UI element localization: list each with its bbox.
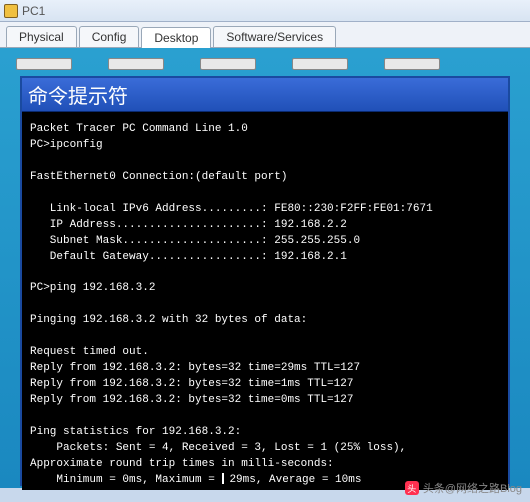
desktop-shortcut[interactable]: [16, 58, 72, 70]
terminal-line: FastEthernet0 Connection:(default port): [30, 171, 287, 183]
window-titlebar: PC1: [0, 0, 530, 22]
command-prompt-body[interactable]: Packet Tracer PC Command Line 1.0 PC>ipc…: [22, 112, 508, 490]
tab-config[interactable]: Config: [79, 26, 140, 47]
tab-desktop[interactable]: Desktop: [141, 27, 211, 48]
terminal-line: Reply from 192.168.3.2: bytes=32 time=29…: [30, 362, 360, 374]
watermark: 头 头条@网络之路Blog: [405, 480, 522, 496]
terminal-line: PC>ipconfig: [30, 139, 103, 151]
terminal-line: 29ms, Average = 10ms: [229, 474, 361, 486]
terminal-line: Subnet Mask.....................: 255.25…: [30, 235, 360, 247]
terminal-line: Ping statistics for 192.168.3.2:: [30, 426, 241, 438]
terminal-line: Approximate round trip times in milli-se…: [30, 458, 334, 470]
tab-software-services[interactable]: Software/Services: [213, 26, 336, 47]
text-cursor: [222, 473, 228, 484]
desktop-icon-row: [8, 58, 522, 76]
desktop-shortcut[interactable]: [384, 58, 440, 70]
watermark-logo-icon: 头: [405, 481, 419, 495]
terminal-line: Reply from 192.168.3.2: bytes=32 time=0m…: [30, 394, 353, 406]
command-prompt-window: 命令提示符 Packet Tracer PC Command Line 1.0 …: [20, 76, 510, 486]
desktop-shortcut[interactable]: [200, 58, 256, 70]
desktop-area: 命令提示符 Packet Tracer PC Command Line 1.0 …: [0, 48, 530, 488]
desktop-shortcut[interactable]: [292, 58, 348, 70]
terminal-line: Pinging 192.168.3.2 with 32 bytes of dat…: [30, 314, 307, 326]
watermark-label: 头条@网络之路Blog: [423, 480, 522, 496]
terminal-line: Link-local IPv6 Address.........: FE80::…: [30, 203, 433, 215]
terminal-line: Request timed out.: [30, 346, 149, 358]
desktop-shortcut[interactable]: [108, 58, 164, 70]
terminal-line: PC>ping 192.168.3.2: [30, 282, 155, 294]
window-title: PC1: [22, 4, 45, 18]
terminal-line: Packets: Sent = 4, Received = 3, Lost = …: [30, 442, 406, 454]
terminal-line: Packet Tracer PC Command Line 1.0: [30, 123, 248, 135]
tab-row: Physical Config Desktop Software/Service…: [0, 22, 530, 48]
terminal-line: Reply from 192.168.3.2: bytes=32 time=1m…: [30, 378, 353, 390]
tab-physical[interactable]: Physical: [6, 26, 77, 47]
terminal-line: IP Address......................: 192.16…: [30, 219, 347, 231]
terminal-line: Default Gateway.................: 192.16…: [30, 251, 347, 263]
app-icon: [4, 4, 18, 18]
terminal-line: Minimum = 0ms, Maximum =: [30, 474, 221, 486]
command-prompt-title: 命令提示符: [22, 78, 508, 112]
